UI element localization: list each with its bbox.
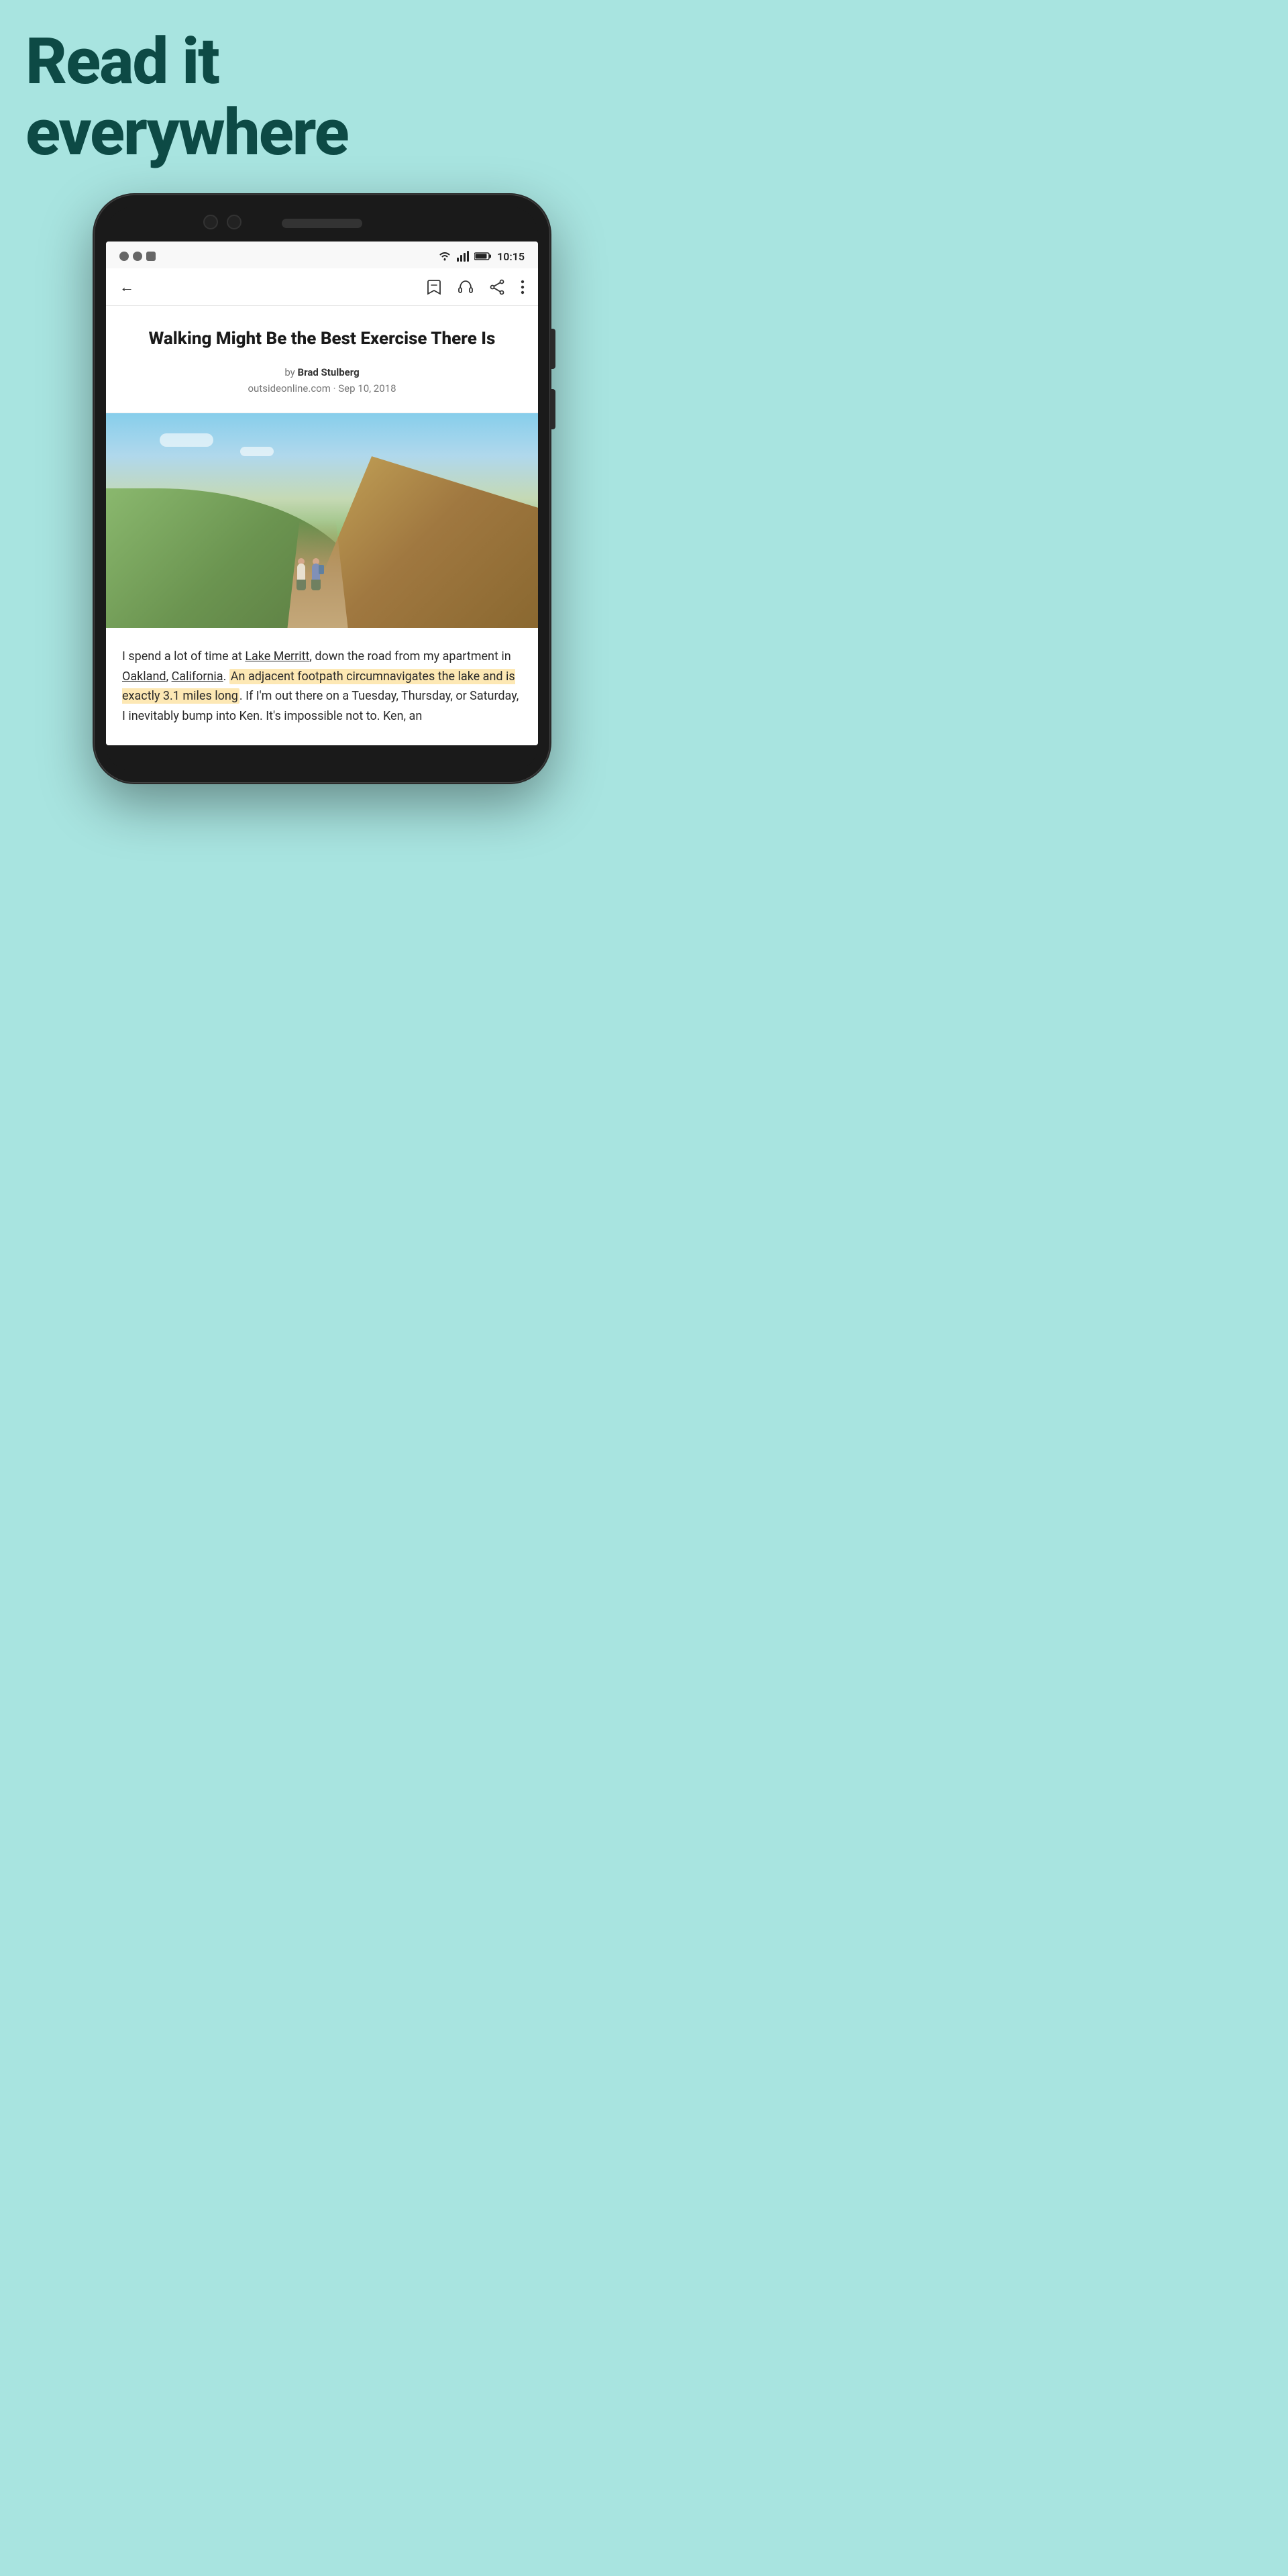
phone-outer: 10:15 ← bbox=[94, 195, 550, 783]
author-prefix: by bbox=[284, 366, 297, 378]
link-lake-merritt[interactable]: Lake Merritt bbox=[245, 649, 309, 663]
walker-2 bbox=[311, 558, 321, 585]
phone-speaker bbox=[282, 219, 362, 228]
article-toolbar: ← bbox=[106, 268, 538, 306]
body-text-4: . bbox=[223, 669, 229, 684]
body-text-2: , down the road from my apartment in bbox=[309, 649, 511, 663]
share-icon[interactable] bbox=[490, 279, 504, 295]
walker-2-backpack bbox=[319, 565, 324, 574]
battery-icon bbox=[474, 252, 492, 261]
body-text-1: I spend a lot of time at bbox=[122, 649, 245, 663]
status-dot-1 bbox=[119, 252, 129, 261]
article-meta: by Brad Stulberg outsideonline.com · Sep… bbox=[122, 364, 522, 396]
hero-section: Read it everywhere bbox=[25, 27, 619, 168]
body-text-3: , bbox=[166, 669, 172, 684]
cloud-1 bbox=[160, 433, 213, 447]
signal-icon bbox=[457, 251, 469, 262]
phone-mockup: 10:15 ← bbox=[94, 195, 550, 783]
time-display: 10:15 bbox=[497, 250, 525, 263]
toolbar-left: ← bbox=[119, 278, 134, 296]
headphones-icon[interactable] bbox=[458, 280, 474, 294]
back-button[interactable]: ← bbox=[119, 278, 134, 296]
link-california[interactable]: California bbox=[172, 669, 223, 684]
phone-top-bar bbox=[106, 207, 538, 241]
article-body: I spend a lot of time at Lake Merritt, d… bbox=[106, 628, 538, 745]
article-title-text: Walking Might Be the Best Exercise There… bbox=[149, 329, 496, 349]
phone-bottom-bar bbox=[106, 745, 538, 771]
status-right: 10:15 bbox=[438, 250, 525, 263]
hero-title-line2: everywhere bbox=[25, 95, 348, 170]
walker-1-legs bbox=[297, 580, 306, 590]
bookmark-icon[interactable] bbox=[427, 279, 441, 295]
article-date: Sep 10, 2018 bbox=[338, 382, 396, 394]
phone-camera-left bbox=[203, 215, 218, 229]
walker-1-body bbox=[297, 564, 305, 580]
cloud-2 bbox=[240, 447, 274, 456]
article-header: Walking Might Be the Best Exercise There… bbox=[106, 306, 538, 413]
status-bar: 10:15 bbox=[106, 241, 538, 268]
status-dot-2 bbox=[133, 252, 142, 261]
walker-1 bbox=[296, 558, 307, 585]
phone-camera-right bbox=[227, 215, 241, 229]
article-title: Walking Might Be the Best Exercise There… bbox=[122, 327, 522, 351]
status-dot-3 bbox=[146, 252, 156, 261]
article-source: outsideonline.com bbox=[248, 382, 330, 394]
walker-2-legs bbox=[311, 580, 321, 590]
status-dots bbox=[119, 252, 156, 261]
wifi-icon bbox=[438, 251, 451, 262]
article-author: Brad Stulberg bbox=[298, 366, 360, 378]
article-hero-image bbox=[106, 413, 538, 628]
link-oakland[interactable]: Oakland bbox=[122, 669, 166, 684]
more-options-icon[interactable] bbox=[521, 280, 525, 294]
hero-title-line1: Read it bbox=[25, 24, 219, 99]
hero-title: Read it everywhere bbox=[25, 27, 619, 168]
toolbar-right bbox=[427, 279, 525, 295]
walkers bbox=[296, 558, 321, 585]
phone-screen: 10:15 ← bbox=[106, 241, 538, 745]
